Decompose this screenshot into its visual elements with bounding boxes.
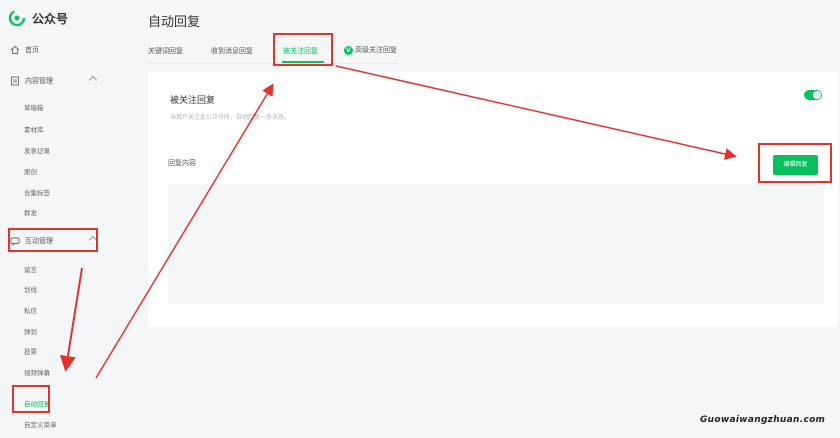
arrow-to-auto-reply — [59, 267, 83, 372]
arrow-to-follow-tab — [95, 83, 274, 379]
watermark: Guowaiwangzhuan.com — [700, 415, 826, 425]
annotation-arrows — [59, 65, 737, 379]
arrow-to-edit-button — [335, 65, 737, 160]
